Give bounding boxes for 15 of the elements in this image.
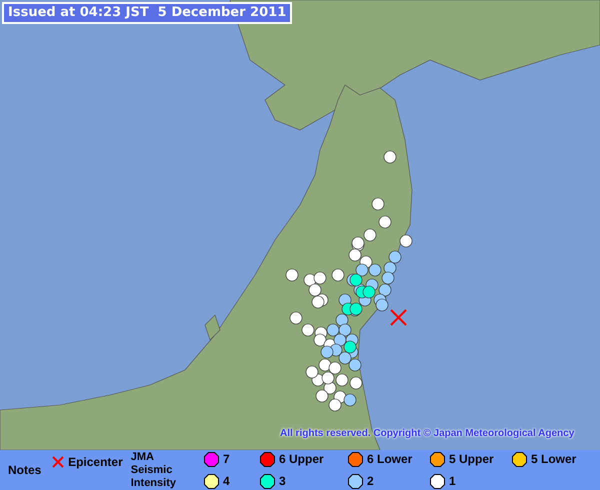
intensity-level-label: 3 — [279, 473, 286, 490]
intensity-level-label: 5 Lower — [531, 451, 576, 468]
epicenter-label: Epicenter — [68, 454, 123, 471]
intensity-level-label: 6 Upper — [279, 451, 324, 468]
intensity-level-label: 1 — [449, 473, 456, 490]
cross-icon — [52, 456, 64, 468]
intensity-level-label: 4 — [223, 473, 230, 490]
intensity-label: JMA Seismic Intensity — [130, 450, 177, 490]
copyright-notice: All rights reserved. Copyright © Japan Meteorological Agency — [280, 427, 574, 441]
issued-banner: Issued at 04:23 JST 5 December 2011 — [2, 2, 292, 24]
intensity-level-label: 2 — [367, 473, 374, 490]
intensity-level-label: 6 Lower — [367, 451, 412, 468]
notes-label: Notes — [8, 462, 42, 479]
intensity-level-label: 7 — [223, 451, 230, 468]
intensity-level-label: 5 Upper — [449, 451, 494, 468]
